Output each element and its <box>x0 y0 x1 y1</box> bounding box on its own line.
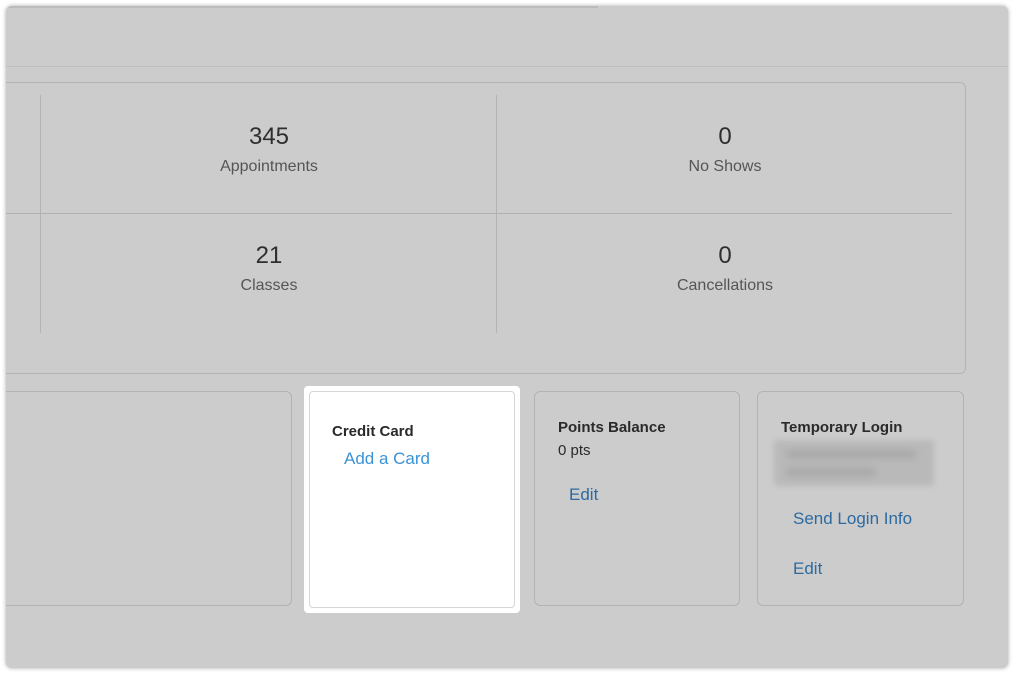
stat-appointments: 345 Appointments <box>41 123 497 177</box>
redacted-line-1 <box>786 450 916 458</box>
redacted-line-2 <box>786 468 876 476</box>
points-edit-link[interactable]: Edit <box>569 485 598 505</box>
info-card-left <box>6 391 292 606</box>
stats-panel: 345 Appointments 0 No Shows 21 Classes 0… <box>6 82 966 374</box>
stat-cancellations: 0 Cancellations <box>497 242 953 296</box>
top-bar <box>6 6 1008 67</box>
send-login-info-link[interactable]: Send Login Info <box>793 509 912 529</box>
temporary-login-card: Temporary Login Send Login Info Edit <box>757 391 964 606</box>
stat-appointments-label: Appointments <box>220 158 318 175</box>
add-card-link[interactable]: Add a Card <box>344 449 430 469</box>
stats-divider-horizontal <box>6 213 952 214</box>
stat-no-shows-label: No Shows <box>688 158 762 175</box>
stat-no-shows-value: 0 <box>718 123 732 150</box>
temporary-login-edit-link[interactable]: Edit <box>793 559 822 579</box>
top-bar-accent <box>6 6 598 8</box>
stat-cancellations-value: 0 <box>718 242 732 269</box>
stat-classes-label: Classes <box>240 277 298 294</box>
points-balance-card: Points Balance 0 pts Edit <box>534 391 740 606</box>
stat-no-shows: 0 No Shows <box>497 123 953 177</box>
temporary-login-title: Temporary Login <box>781 419 903 436</box>
stat-classes-value: 21 <box>255 242 283 269</box>
stat-classes: 21 Classes <box>41 242 497 296</box>
points-balance-title: Points Balance <box>558 419 666 436</box>
stat-appointments-value: 345 <box>248 123 290 150</box>
stat-cancellations-label: Cancellations <box>676 277 774 294</box>
points-balance-value: 0 pts <box>558 442 591 459</box>
credit-card-card: Credit Card Add a Card <box>304 386 520 613</box>
credit-card-title: Credit Card <box>332 423 414 440</box>
redacted-login-credentials <box>774 440 934 486</box>
app-window: 345 Appointments 0 No Shows 21 Classes 0… <box>6 6 1008 668</box>
